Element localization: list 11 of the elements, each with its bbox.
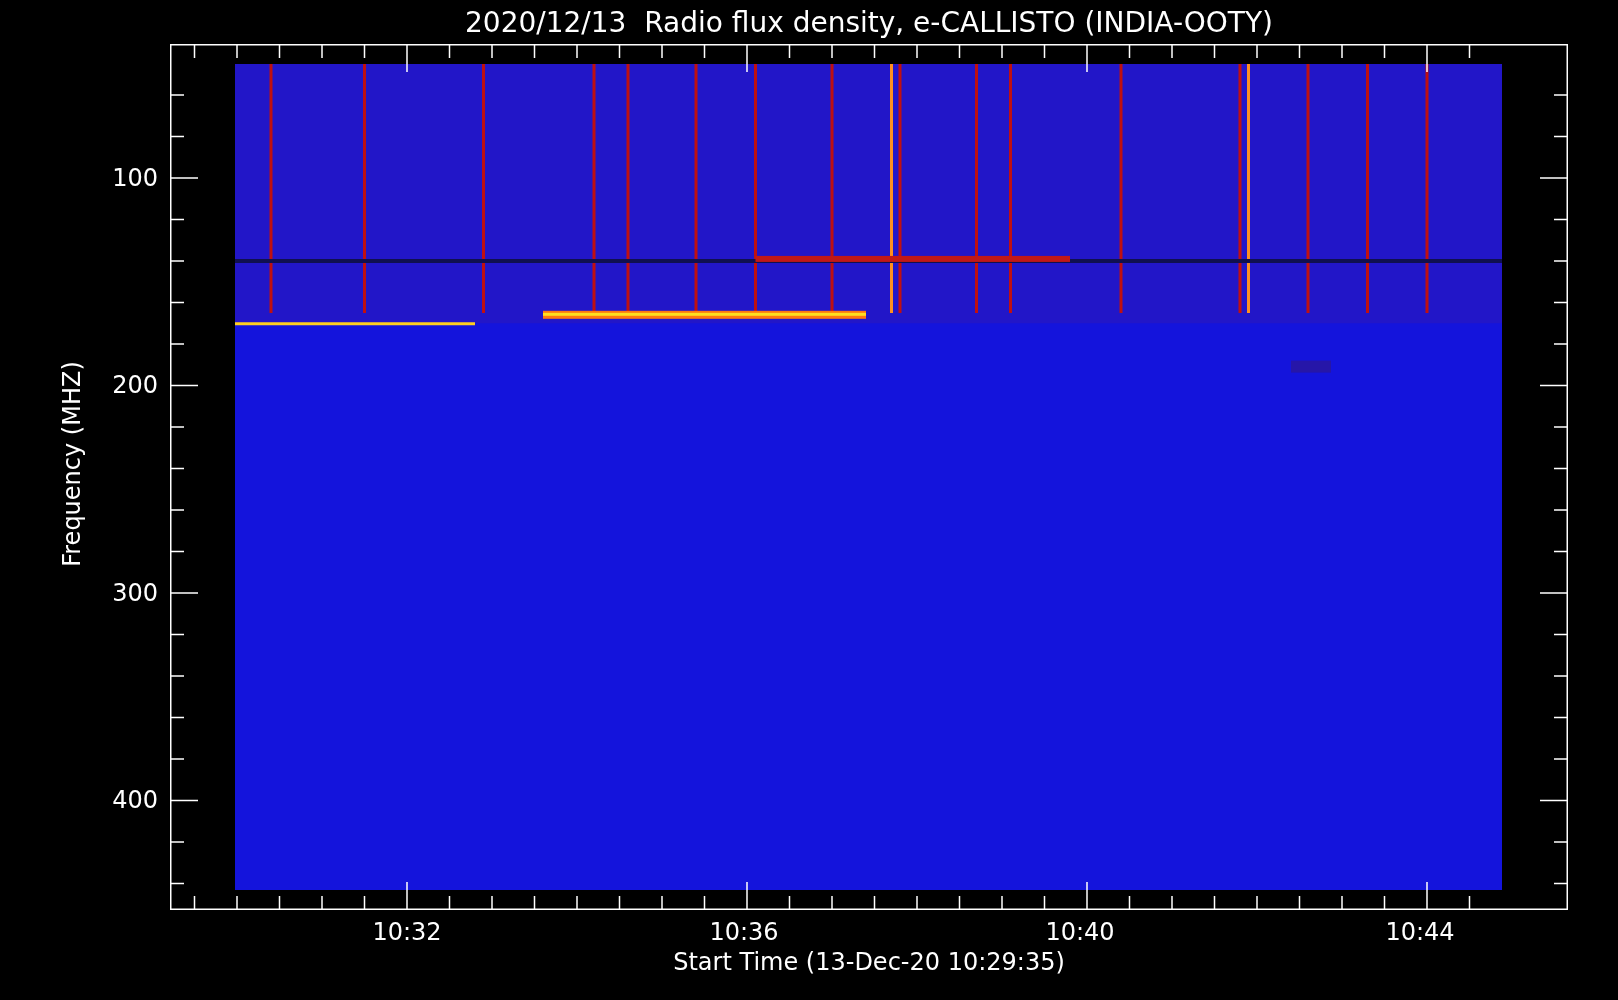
chart-title: 2020/12/13 Radio flux density, e-CALLISTO (INDIA-OOTY) <box>465 5 1273 39</box>
y-tick-label: 100 <box>112 164 158 192</box>
x-tick-label: 10:44 <box>1385 918 1455 946</box>
y-tick-label: 300 <box>112 579 158 607</box>
y-tick-label: 400 <box>112 786 158 814</box>
x-tick-label: 10:40 <box>1045 918 1115 946</box>
x-tick-label: 10:36 <box>709 918 779 946</box>
y-tick-label: 200 <box>112 371 158 399</box>
y-axis-label: Frequency (MHZ) <box>58 361 86 567</box>
x-tick-label: 10:32 <box>372 918 442 946</box>
x-axis-label: Start Time (13-Dec-20 10:29:35) <box>673 948 1065 976</box>
